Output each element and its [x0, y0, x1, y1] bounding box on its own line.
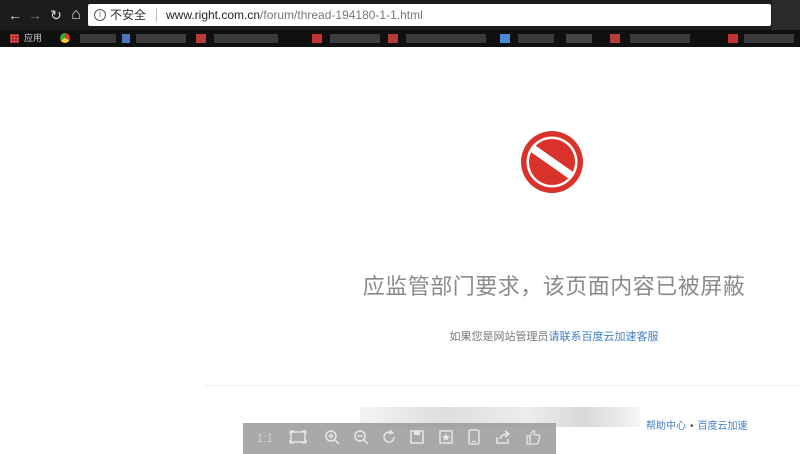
bookmark-item[interactable] — [518, 34, 554, 43]
bookmark-item[interactable] — [214, 34, 278, 43]
bookmark-item[interactable] — [500, 34, 510, 43]
help-center-link[interactable]: 帮助中心 — [646, 421, 686, 432]
apps-label[interactable]: 应用 — [24, 32, 42, 45]
bookmark-item[interactable] — [566, 34, 592, 43]
apps-grid-icon[interactable] — [10, 34, 19, 43]
bookmark-favicon-icon[interactable] — [60, 33, 70, 43]
bookmark-item[interactable] — [406, 34, 486, 43]
page-content: 应监管部门要求，该页面内容已被屏蔽 如果您是网站管理员请联系百度云加速客服 帮助… — [0, 47, 800, 454]
footer-links: 帮助中心 • 百度云加速 — [646, 417, 748, 432]
url-path: /forum/thread-194180-1-1.html — [260, 8, 423, 22]
address-divider — [156, 8, 157, 22]
prohibited-icon — [521, 131, 583, 193]
image-viewer-toolbar: 1:1 — [243, 423, 556, 454]
admin-notice: 如果您是网站管理员请联系百度云加速客服 — [340, 328, 768, 344]
arrow-right-icon[interactable]: → — [26, 6, 44, 24]
extensions-area[interactable] — [772, 0, 800, 30]
bookmark-item[interactable] — [122, 34, 130, 43]
zoom-in-icon[interactable] — [322, 429, 342, 448]
like-icon[interactable] — [523, 429, 543, 448]
url-text[interactable]: www.right.com.cn/forum/thread-194180-1-1… — [166, 4, 423, 26]
bookmark-item[interactable] — [80, 34, 116, 43]
bookmark-item[interactable] — [136, 34, 186, 43]
phone-icon[interactable] — [464, 429, 484, 448]
footer-separator: • — [690, 421, 694, 432]
bookmark-item[interactable] — [610, 34, 620, 43]
security-label[interactable]: 不安全 — [110, 4, 146, 26]
url-host: www.right.com.cn — [166, 8, 261, 22]
contact-support-link[interactable]: 请联系百度云加速客服 — [549, 331, 659, 343]
reload-icon[interactable]: ↻ — [47, 6, 65, 24]
bookmark-item[interactable] — [196, 34, 206, 43]
bookmark-item[interactable] — [388, 34, 398, 43]
share-icon[interactable] — [493, 429, 513, 448]
address-bar[interactable]: i 不安全 www.right.com.cn/forum/thread-1941… — [88, 4, 771, 26]
admin-notice-text: 如果您是网站管理员 — [449, 331, 549, 343]
bookmark-item[interactable] — [744, 34, 794, 43]
save-icon[interactable] — [407, 429, 427, 448]
bookmark-icon[interactable] — [436, 429, 456, 448]
bookmark-item[interactable] — [630, 34, 690, 43]
arrow-left-icon[interactable]: ← — [6, 6, 24, 24]
fit-screen-icon[interactable] — [288, 429, 308, 448]
bookmark-item[interactable] — [728, 34, 738, 43]
baidu-cdn-link[interactable]: 百度云加速 — [698, 421, 748, 432]
home-icon[interactable]: ⌂ — [67, 6, 85, 24]
browser-toolbar: ← → ↻ ⌂ i 不安全 www.right.com.cn/forum/thr… — [0, 0, 800, 30]
info-icon[interactable]: i — [94, 9, 106, 21]
actual-size-button[interactable]: 1:1 — [253, 429, 277, 448]
blocked-headline: 应监管部门要求，该页面内容已被屏蔽 — [362, 274, 746, 299]
footer-divider — [205, 385, 800, 386]
rotate-icon[interactable] — [379, 429, 399, 448]
bookmarks-bar: 应用 — [0, 30, 800, 47]
bookmark-item[interactable] — [312, 34, 322, 43]
zoom-out-icon[interactable] — [351, 429, 371, 448]
bookmark-item[interactable] — [330, 34, 380, 43]
